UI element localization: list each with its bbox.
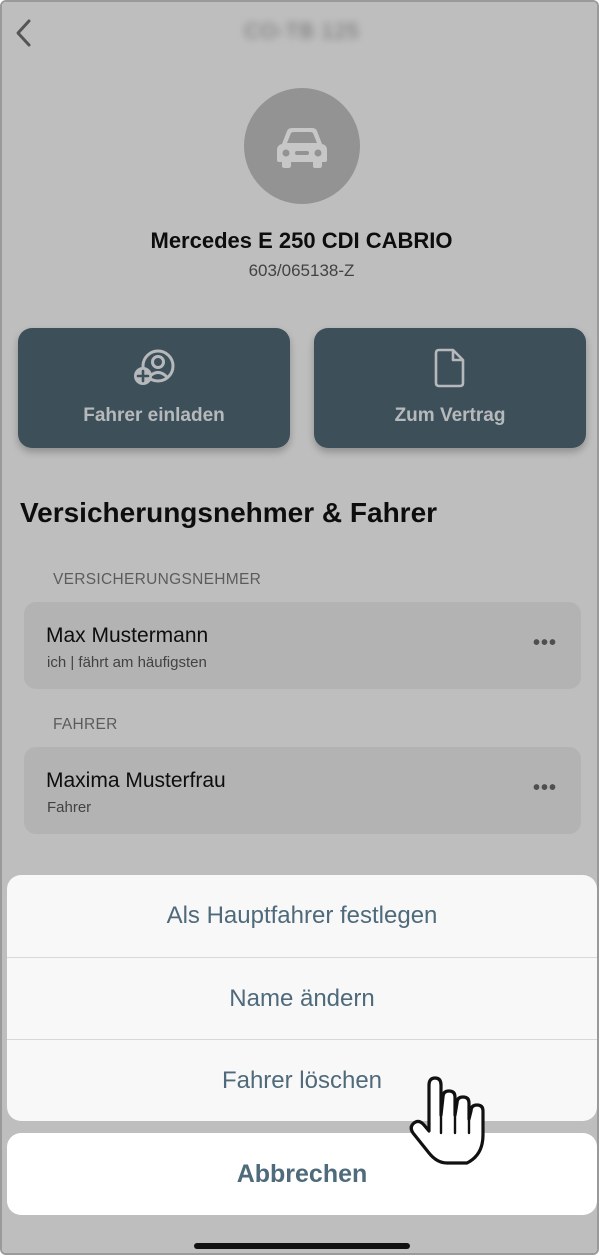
rename-option[interactable]: Name ändern (7, 957, 597, 1040)
delete-driver-option[interactable]: Fahrer löschen (7, 1039, 597, 1121)
action-sheet: Als Hauptfahrer festlegen Name ändern Fa… (7, 875, 597, 1121)
set-main-driver-option[interactable]: Als Hauptfahrer festlegen (7, 875, 597, 957)
home-indicator (194, 1243, 410, 1249)
cancel-button[interactable]: Abbrechen (7, 1133, 597, 1215)
pointer-hand-icon (409, 1076, 485, 1165)
phone-frame: CO-TB 125 Mercedes E 250 CDI CABRIO 603/… (0, 0, 599, 1255)
